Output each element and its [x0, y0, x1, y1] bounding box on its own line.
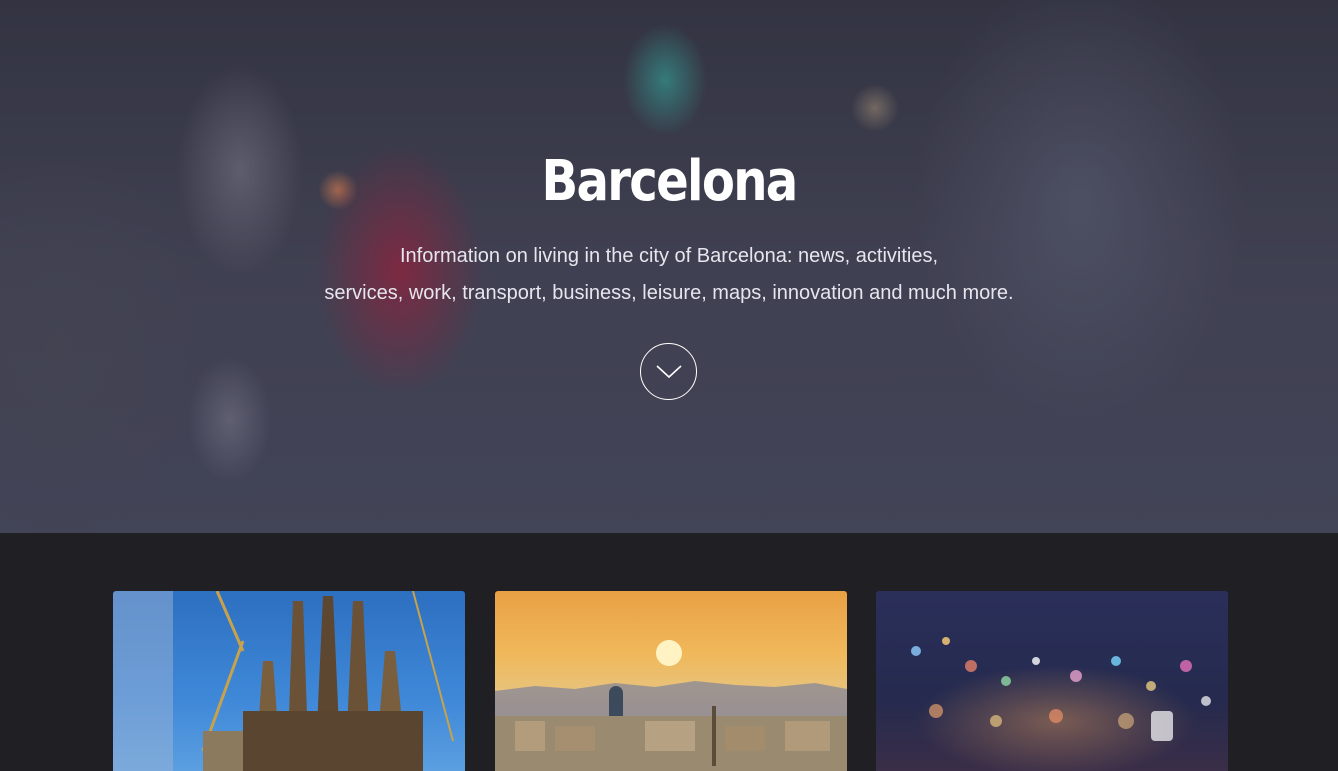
page-title: Barcelona — [541, 149, 798, 214]
card-city-lights[interactable] — [876, 591, 1228, 771]
barcelona-skyline-image — [495, 640, 847, 771]
chevron-down-icon — [655, 364, 682, 378]
featured-cards — [0, 533, 1338, 771]
card-barcelona-skyline[interactable] — [495, 591, 847, 771]
hero-banner: Barcelona Information on living in the c… — [0, 0, 1338, 533]
hero-subtitle-line-1: Information on living in the city of Bar… — [399, 245, 939, 267]
hero-subtitle-line-2: services, work, transport, business, lei… — [324, 282, 1014, 304]
sagrada-familia-image — [113, 591, 454, 771]
scroll-down-button[interactable] — [640, 343, 697, 400]
card-sagrada-familia[interactable] — [113, 591, 465, 771]
city-lights-image — [911, 637, 1211, 741]
